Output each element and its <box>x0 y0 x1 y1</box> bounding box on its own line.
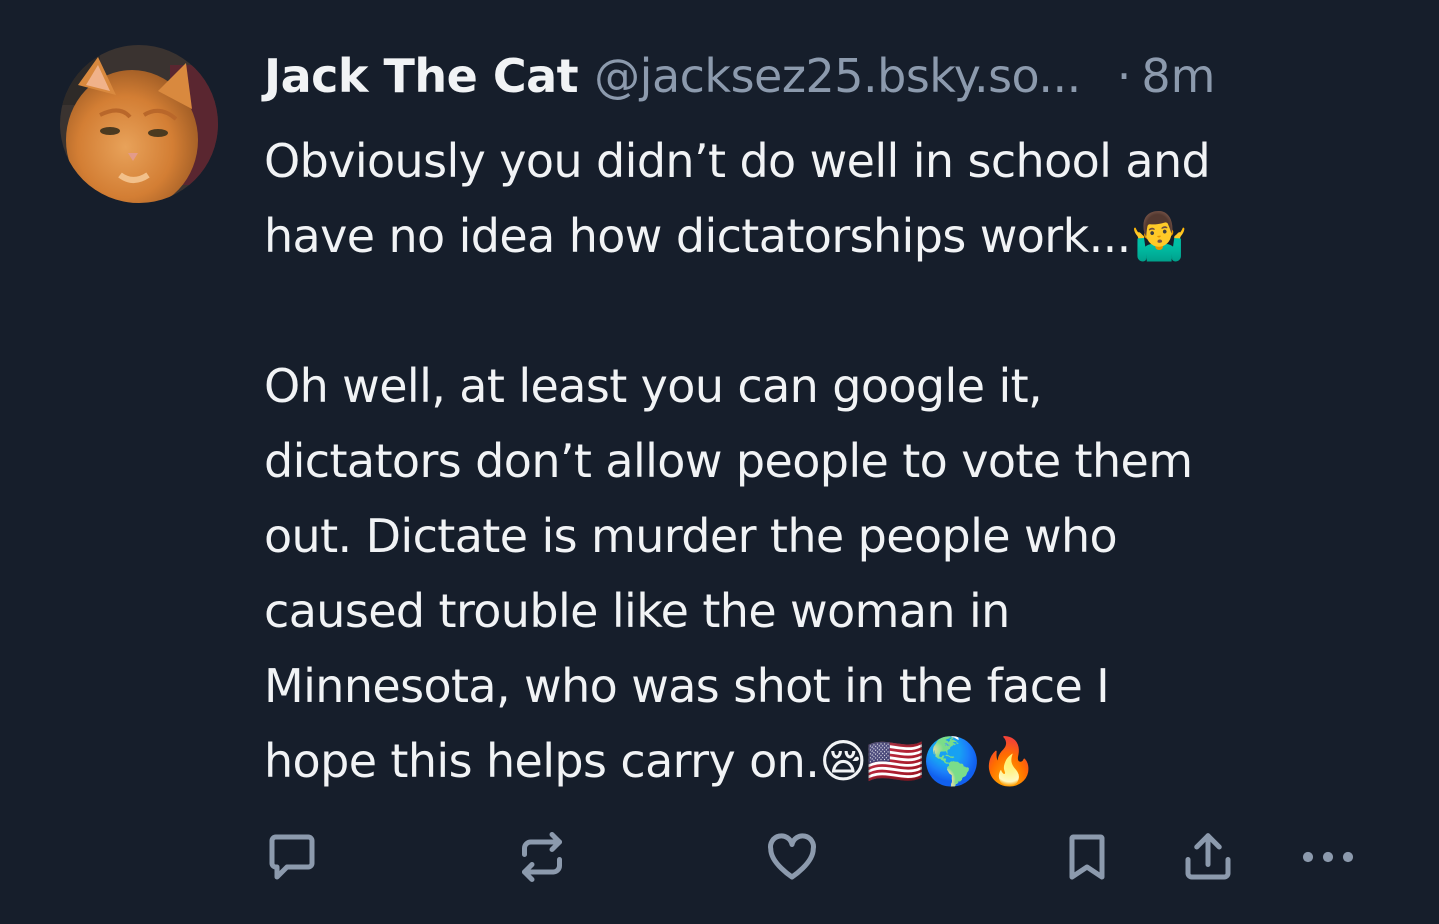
bookmark-button[interactable] <box>1055 825 1119 889</box>
bookmark-icon <box>1069 834 1105 880</box>
reply-button[interactable] <box>260 825 324 889</box>
separator-dot: · <box>1116 49 1132 103</box>
share-button[interactable] <box>1176 825 1240 889</box>
post-text: Obviously you didn’t do well in school a… <box>264 124 1394 799</box>
avatar[interactable] <box>60 45 218 203</box>
author-handle[interactable]: @jacksez25.bsky.so... <box>594 44 1081 108</box>
repost-icon <box>522 832 562 882</box>
post-header: Jack The Cat @jacksez25.bsky.so... · 8m <box>264 44 1384 108</box>
repost-button[interactable] <box>510 825 574 889</box>
ellipsis-icon <box>1302 851 1354 863</box>
action-bar <box>0 825 1439 895</box>
post-text-paragraph: Obviously you didn’t do well in school a… <box>264 134 1211 263</box>
share-icon <box>1185 833 1231 880</box>
like-button[interactable] <box>760 825 824 889</box>
heart-icon <box>768 833 816 880</box>
cat-avatar-icon <box>60 45 218 203</box>
speech-bubble-icon <box>269 834 315 880</box>
author-display-name[interactable]: Jack The Cat <box>264 44 579 108</box>
post-text-paragraph: Oh well, at least you can google it, dic… <box>264 359 1193 788</box>
post-timestamp[interactable]: 8m <box>1141 44 1215 108</box>
post[interactable]: Jack The Cat @jacksez25.bsky.so... · 8m … <box>0 0 1439 924</box>
more-options-button[interactable] <box>1296 825 1360 889</box>
